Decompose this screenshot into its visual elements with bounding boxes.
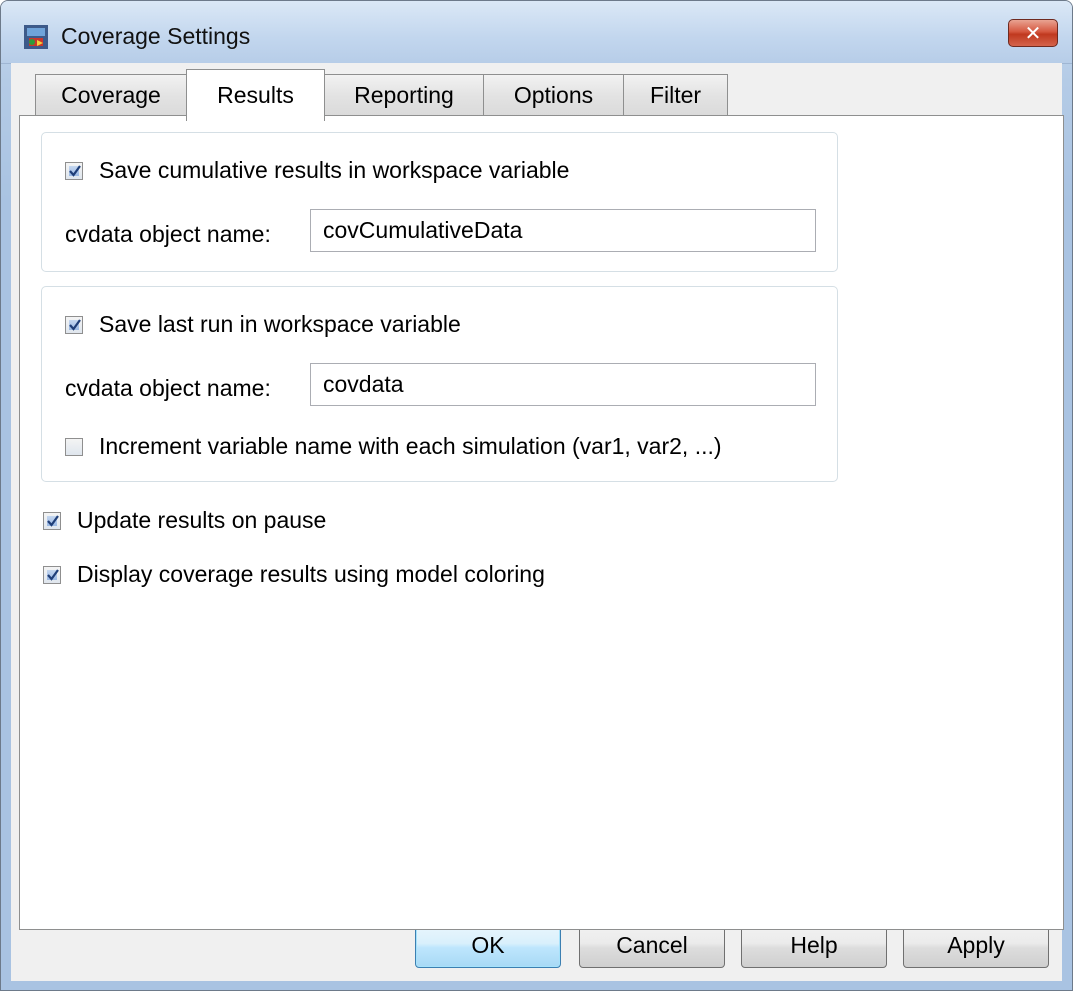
save-cumulative-label: Save cumulative results in workspace var…	[99, 157, 570, 183]
tab-options[interactable]: Options	[483, 74, 624, 116]
cumulative-name-label: cvdata object name:	[65, 221, 271, 247]
cumulative-name-label-row: cvdata object name:	[65, 221, 271, 248]
last-run-name-value: covdata	[323, 371, 404, 397]
tab-reporting[interactable]: Reporting	[324, 74, 484, 116]
save-cumulative-checkbox-row[interactable]: Save cumulative results in workspace var…	[65, 157, 569, 184]
increment-name-checkbox[interactable]	[65, 437, 83, 456]
checkmark-icon	[47, 514, 59, 527]
model-coloring-label: Display coverage results using model col…	[77, 561, 545, 587]
save-last-run-label: Save last run in workspace variable	[99, 311, 461, 337]
model-coloring-checkbox[interactable]	[43, 565, 61, 584]
checkmark-icon	[47, 568, 59, 581]
save-last-run-checkbox-row[interactable]: Save last run in workspace variable	[65, 311, 461, 338]
results-tab-panel: Save cumulative results in workspace var…	[19, 115, 1064, 930]
simulink-coverage-icon	[24, 25, 48, 49]
last-run-name-label-row: cvdata object name:	[65, 375, 271, 402]
increment-name-checkbox-row[interactable]: Increment variable name with each simula…	[65, 433, 722, 460]
title-bar[interactable]: Coverage Settings ✕	[1, 1, 1072, 64]
tab-coverage[interactable]: Coverage	[35, 74, 187, 116]
update-on-pause-label: Update results on pause	[77, 507, 327, 533]
checkmark-icon	[69, 318, 81, 331]
close-icon: ✕	[1024, 21, 1042, 45]
close-button[interactable]: ✕	[1008, 19, 1058, 47]
tab-results[interactable]: Results	[186, 69, 325, 121]
cumulative-results-group: Save cumulative results in workspace var…	[41, 132, 838, 272]
cumulative-name-value: covCumulativeData	[323, 217, 523, 243]
save-cumulative-checkbox[interactable]	[65, 161, 83, 180]
last-run-name-label: cvdata object name:	[65, 375, 271, 401]
update-on-pause-checkbox-row[interactable]: Update results on pause	[43, 507, 326, 534]
save-last-run-checkbox[interactable]	[65, 315, 83, 334]
update-on-pause-checkbox[interactable]	[43, 511, 61, 530]
increment-name-label: Increment variable name with each simula…	[99, 433, 722, 459]
cumulative-name-input[interactable]: covCumulativeData	[310, 209, 816, 252]
coverage-settings-dialog: Coverage Settings ✕ Coverage Results Rep…	[0, 0, 1073, 991]
last-run-group: Save last run in workspace variable cvda…	[41, 286, 838, 482]
tab-filter[interactable]: Filter	[623, 74, 728, 116]
checkmark-icon	[69, 164, 81, 177]
last-run-name-input[interactable]: covdata	[310, 363, 816, 406]
model-coloring-checkbox-row[interactable]: Display coverage results using model col…	[43, 561, 545, 588]
window-title: Coverage Settings	[61, 23, 251, 49]
